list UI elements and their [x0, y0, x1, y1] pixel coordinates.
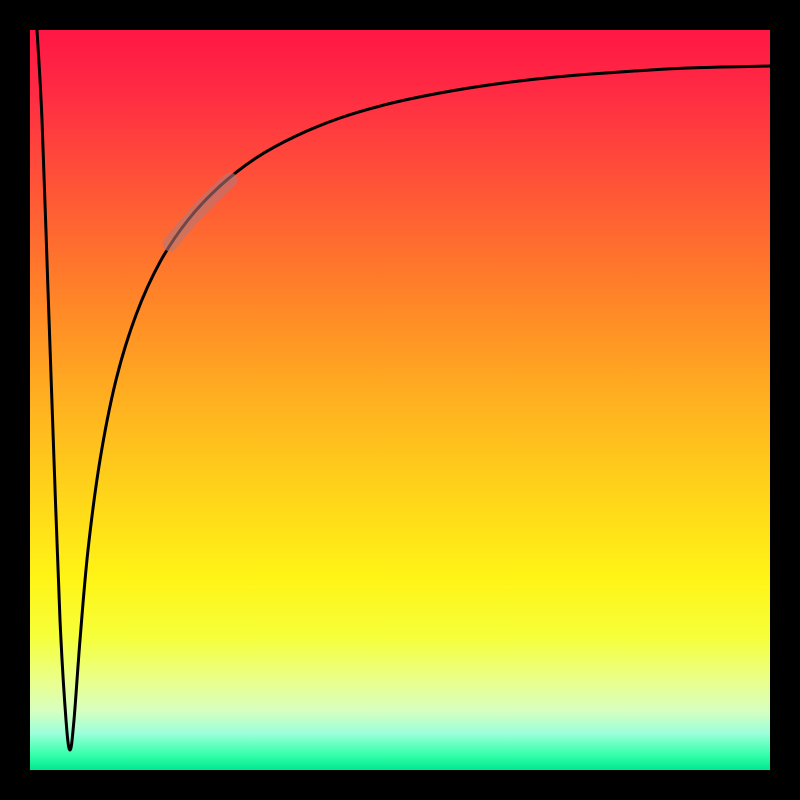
- curve-svg: [30, 30, 770, 770]
- chart-container: TheBottleneck.com: [0, 0, 800, 800]
- bottleneck-curve-path: [37, 30, 770, 750]
- plot-area: [30, 30, 770, 770]
- highlight-segment-path: [170, 180, 230, 244]
